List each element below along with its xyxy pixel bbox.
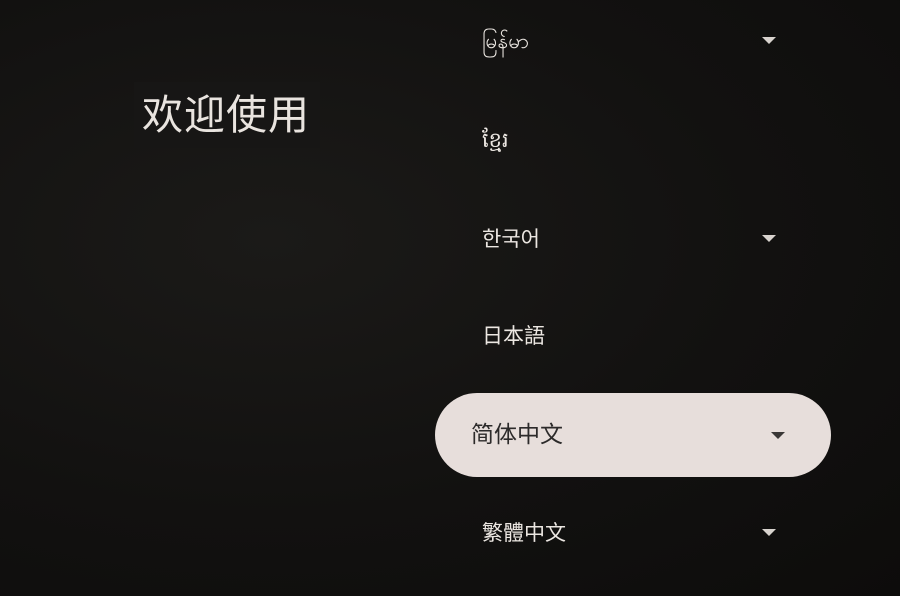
chevron-down-icon	[771, 432, 785, 439]
language-option-label: 繁體中文	[482, 521, 566, 545]
language-option-label: 日本語	[482, 324, 545, 348]
chevron-down-icon	[762, 37, 776, 44]
language-option-traditional-chinese[interactable]: 繁體中文	[436, 491, 832, 575]
language-option-simplified-chinese[interactable]: 简体中文	[435, 393, 831, 477]
language-option-label: ខ្មែរ	[482, 128, 509, 152]
language-option-label: မြန်မာ	[482, 29, 530, 53]
chevron-down-icon	[762, 529, 776, 536]
language-option-label: 简体中文	[471, 422, 563, 448]
language-list: မြန်မာ ខ្មែរ 한국어 日本語 简体中文 繁體中文	[0, 0, 900, 596]
language-option-label: 한국어	[482, 227, 540, 251]
language-option-burmese[interactable]: မြန်မာ	[436, 0, 832, 83]
welcome-screen: 欢迎使用 မြန်မာ ខ្មែរ 한국어 日本語 简体中文 繁體中文	[0, 0, 900, 596]
language-option-khmer[interactable]: ខ្មែរ	[436, 98, 832, 182]
language-option-japanese[interactable]: 日本語	[436, 294, 832, 378]
chevron-down-icon	[762, 235, 776, 242]
language-option-korean[interactable]: 한국어	[436, 197, 832, 281]
